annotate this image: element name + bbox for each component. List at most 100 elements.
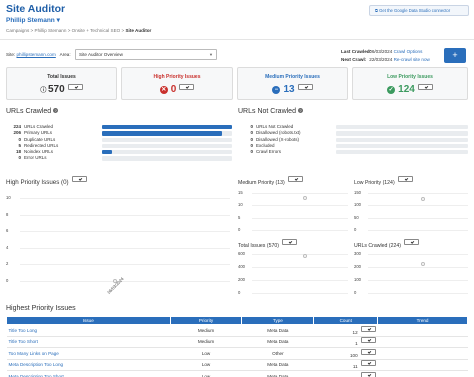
item-label: Disallowed (X-robots) [256,136,300,142]
dropdown-toggle[interactable] [360,325,376,332]
low-priority-chart: 150 100 50 0 [354,190,468,234]
card-value: 0 [170,84,177,95]
grid-line [20,198,230,199]
dropdown-toggle[interactable] [360,360,376,367]
dropdown-toggle[interactable] [360,348,376,355]
data-point[interactable] [302,195,307,200]
area-select[interactable]: Site Auditor Overview ▼ [75,49,217,60]
chart-title: Total Issues [238,243,266,249]
total-issues-card[interactable]: Total Issues ⓘ 570 [6,67,117,100]
issue-link[interactable]: Too Many Links on Page [9,351,59,356]
gds-connector-button[interactable]: ⧉ Get the Google Data Studio connector [369,5,469,16]
type-cell: Other [241,347,314,360]
col-priority[interactable]: Priority [169,316,243,325]
breadcrumb-onsite[interactable]: Onsite + Technical SEO [72,28,121,33]
section-title: URLs Not Crawled [238,108,296,115]
breadcrumb-campaigns[interactable]: Campaigns [6,28,29,33]
dropdown-toggle[interactable] [360,371,376,377]
data-point[interactable] [421,197,425,202]
count-cell: 1 [313,370,378,377]
issue-link[interactable]: Title Too Short [9,339,38,344]
urls-crawled-list: 224 URLs Crawled 206 Primary URLs 0 Duplicate… [6,124,232,162]
progress-track [102,131,232,136]
grid-line [368,217,468,219]
priority-cell: Low [170,347,242,360]
trend-cell [377,324,468,337]
table-row[interactable]: Meta Description Too ShortLowMeta Data1 [6,370,468,377]
dropdown-toggle[interactable] [179,84,195,90]
dropdown-toggle[interactable] [67,84,83,90]
minus-circle-icon: − [272,86,281,94]
type-cell: Meta Data [241,336,314,348]
card-label: High Priority Issues [153,74,201,80]
dropdown-toggle[interactable] [404,239,420,245]
y-tick-label: 2 [6,261,9,267]
type-cell: Meta Data [241,359,314,371]
progress-fill [102,131,222,136]
progress-track [336,137,468,142]
add-button[interactable]: + [444,48,466,63]
grid-line [20,231,230,233]
help-icon[interactable]: ? [297,108,303,113]
list-item[interactable]: 0 Error URLs [6,155,232,161]
y-tick-label: 4 [6,244,9,250]
issue-link[interactable]: Meta Description Too Long [9,362,64,367]
table-row[interactable]: Meta Description Too Long Low Meta Data 11 [6,359,468,371]
recrawl-link[interactable]: Re-crawl site now [394,57,430,62]
medium-priority-chart-title: Medium Priority (13) [238,176,303,186]
high-priority-chart: 10 8 6 4 2 0 06/03/2024 [6,195,230,295]
issue-link[interactable]: Title Too Long [9,328,38,333]
dropdown-toggle[interactable] [71,176,87,182]
next-crawl-label: Next Crawl: [341,56,367,62]
item-label: Noindex URLs [24,149,54,155]
col-type[interactable]: Type [241,316,315,325]
breadcrumb-user[interactable]: Phillip Stemann [35,28,67,33]
count-cell: 1 [313,336,378,348]
last-crawled-label: Last Crawled: [341,49,372,54]
y-tick-label: 50 [354,214,359,220]
site-label: Site: [6,52,16,57]
col-issue[interactable]: Issue [6,316,171,325]
trend-cell [377,370,468,377]
high-priority-card[interactable]: High Priority Issues ✕ 0 [121,67,233,100]
y-tick-label: 10 [6,195,11,200]
divider [0,39,474,40]
next-crawl-date: 22/03/2024 [369,56,393,62]
count-cell: 11 [313,359,378,371]
table-row[interactable]: Title Too Long Medium Meta Data 12 [6,324,468,337]
item-label: URLs Crawled [24,124,54,129]
dropdown-toggle[interactable] [417,84,433,90]
count-value: 1 [355,341,358,347]
col-trend: Trend [377,316,468,325]
breadcrumb-current: Site Auditor [125,28,152,33]
dropdown-toggle[interactable] [360,337,376,344]
user-selector[interactable]: Phillip Stemann ▾ [6,16,60,24]
table-row[interactable]: Too Many Links on Page Low Other 100 [6,347,468,360]
progress-track [336,131,468,136]
dropdown-toggle[interactable] [281,239,297,245]
help-icon[interactable]: ? [53,108,59,113]
dropdown-toggle[interactable] [397,176,413,182]
data-point[interactable] [302,253,307,258]
crawl-info: Last Crawled: 06/03/2024 Crawl Options N… [341,48,430,63]
medium-priority-card[interactable]: Medium Priority Issues −13 [237,67,348,100]
data-point[interactable] [421,261,425,266]
count-value: 100 [350,352,358,358]
site-link[interactable]: phillipstemann.com [16,52,55,57]
progress-track [336,125,468,130]
low-priority-card[interactable]: Low Priority Issues ✓ 124 [352,67,468,100]
crawl-options-link[interactable]: Crawl Options [394,49,423,54]
item-label: Primary URLs [24,130,53,136]
dropdown-toggle[interactable] [287,176,303,182]
progress-track [336,150,468,155]
trend-cell [377,336,468,348]
type-cell: Meta Data [241,324,314,337]
progress-track [102,150,232,155]
grid-line [368,193,468,194]
site-filter: Site: phillipstemann.com Area: [6,52,71,57]
dropdown-toggle[interactable] [297,84,313,90]
list-item[interactable]: 0 Crawl Errors [238,149,468,155]
y-tick-label: 0 [354,227,357,232]
col-count[interactable]: Count [313,316,379,325]
table-row[interactable]: Title Too Short Medium Meta Data 1 [6,336,468,348]
